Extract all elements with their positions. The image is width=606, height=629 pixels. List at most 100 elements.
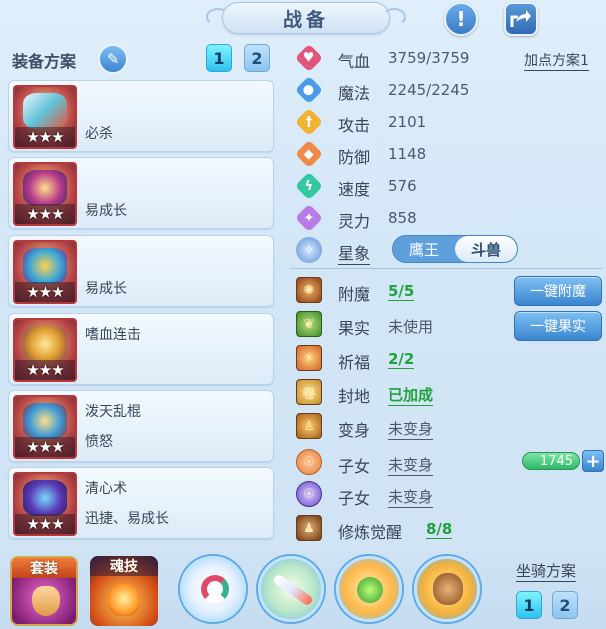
claw-icon xyxy=(32,586,60,616)
card-title: 嗜血连击 xyxy=(85,327,141,343)
child-icon: ☉ xyxy=(296,449,322,475)
child-icon: ☉ xyxy=(296,481,322,507)
stat-label: 灵力 xyxy=(338,212,371,231)
stat-value: 576 xyxy=(388,177,417,195)
soul-skill-button[interactable]: 魂技 xyxy=(90,556,158,626)
astrology-toggle[interactable]: 鹰王 斗兽 xyxy=(392,235,518,263)
petal-icon xyxy=(201,575,229,603)
stat-label: 气血 xyxy=(338,52,371,71)
equipment-card-helmet[interactable]: ★★★ 易成长 xyxy=(8,157,274,229)
scheme-2-button[interactable]: 2 xyxy=(244,44,270,72)
card-trait: 愤怒 xyxy=(85,434,113,450)
transform-icon: ♙ xyxy=(296,413,322,439)
pencil-icon: ✎ xyxy=(106,50,120,68)
share-icon xyxy=(510,10,531,27)
row-value[interactable]: 已加成 xyxy=(388,384,434,406)
stat-speed: ϟ 速度 576 xyxy=(294,171,596,201)
frog-icon xyxy=(357,577,383,603)
child-exp-bar: 1745 xyxy=(522,452,580,470)
star-rating: ★★★ xyxy=(15,127,75,147)
astrology-option-eagle-king[interactable]: 鹰王 xyxy=(393,236,455,262)
equipment-card-shoes[interactable]: ★★★ 清心术 迅捷、易成长 xyxy=(8,467,274,539)
monkey-icon xyxy=(433,573,463,605)
astrology-label: 星象 xyxy=(338,240,371,265)
skill-orb-3[interactable] xyxy=(336,556,402,622)
share-button[interactable] xyxy=(504,2,538,36)
astrology-option-beast[interactable]: 斗兽 xyxy=(455,236,517,262)
row-label: 附魔 xyxy=(338,285,371,304)
card-trait: 易成长 xyxy=(85,203,127,219)
skill-orb-2[interactable] xyxy=(258,556,324,622)
skill-orb-4[interactable] xyxy=(414,556,480,622)
sword-icon: † xyxy=(294,107,324,137)
equipment-card-armor[interactable]: ★★★ 嗜血连击 xyxy=(8,313,274,385)
row-label: 变身 xyxy=(338,421,371,440)
row-value[interactable]: 2/2 xyxy=(388,350,415,369)
heart-icon: ♥ xyxy=(294,43,324,73)
row-cultivation-awaken: ♟ 修炼觉醒 8/8 xyxy=(296,514,606,544)
mount-scheme-label[interactable]: 坐骑方案 xyxy=(516,560,577,582)
row-value[interactable]: 未变身 xyxy=(388,418,434,440)
row-label: 子女 xyxy=(338,489,371,508)
star-rating: ★★★ xyxy=(15,437,75,457)
info-button[interactable]: ! xyxy=(444,2,478,36)
cultivation-icon: ♟ xyxy=(296,515,322,541)
add-exp-button[interactable]: + xyxy=(582,450,604,472)
page-title: 战备 xyxy=(222,2,390,34)
skill-orb-1[interactable] xyxy=(180,556,246,622)
card-title: 泼天乱棍 xyxy=(85,404,141,420)
necklace-icon: ★★★ xyxy=(13,240,77,304)
row-label: 修炼觉醒 xyxy=(338,523,403,542)
stat-attack: † 攻击 2101 xyxy=(294,107,596,137)
stat-label: 魔法 xyxy=(338,84,371,103)
stat-hp: ♥ 气血 3759/3759 xyxy=(294,43,596,73)
stat-value: 858 xyxy=(388,209,417,227)
exclamation-icon: ! xyxy=(456,7,466,31)
stat-spirit: ✦ 灵力 858 xyxy=(294,203,596,233)
mount-scheme-2-button[interactable]: 2 xyxy=(552,591,578,619)
star-rating: ★★★ xyxy=(15,514,75,534)
row-label: 果实 xyxy=(338,319,371,338)
equipment-card-necklace[interactable]: ★★★ 易成长 xyxy=(8,235,274,307)
row-fief: 卷 封地 已加成 xyxy=(296,378,606,408)
stat-value: 3759/3759 xyxy=(388,49,470,67)
scroll-icon: 卷 xyxy=(296,379,322,405)
equipment-card-belt[interactable]: ★★★ 泼天乱棍 愤怒 xyxy=(8,390,274,462)
stat-label: 速度 xyxy=(338,180,371,199)
spirit-icon: ✦ xyxy=(294,203,324,233)
enchant-icon: ✺ xyxy=(296,277,322,303)
stat-value: 1148 xyxy=(388,145,427,163)
star-rating: ★★★ xyxy=(15,204,75,224)
helmet-icon: ★★★ xyxy=(13,162,77,226)
weapon-icon: ★★★ xyxy=(13,85,77,149)
mana-icon: ● xyxy=(294,75,324,105)
row-label: 子女 xyxy=(338,457,371,476)
star-icon: ✧ xyxy=(296,237,322,263)
one-click-fruit-button[interactable]: 一键果实 xyxy=(514,311,602,341)
row-value[interactable]: 未变身 xyxy=(388,486,434,508)
one-click-enchant-button[interactable]: 一键附魔 xyxy=(514,276,602,306)
shoes-icon: ★★★ xyxy=(13,472,77,536)
stat-value: 2101 xyxy=(388,113,427,131)
suit-button[interactable]: 套装 xyxy=(10,556,78,626)
belt-icon: ★★★ xyxy=(13,395,77,459)
stat-label: 攻击 xyxy=(338,116,371,135)
row-value: 未使用 xyxy=(388,318,434,336)
row-value[interactable]: 未变身 xyxy=(388,454,434,476)
leaf-icon: ❦ xyxy=(296,311,322,337)
row-value[interactable]: 8/8 xyxy=(426,520,453,539)
scheme-1-button[interactable]: 1 xyxy=(206,44,232,72)
row-value[interactable]: 5/5 xyxy=(388,282,415,301)
equipment-card-weapon[interactable]: ★★★ 必杀 xyxy=(8,80,274,152)
star-rating: ★★★ xyxy=(15,360,75,380)
fire-icon xyxy=(108,582,140,616)
row-child-2: ☉ 子女 未变身 xyxy=(296,480,606,510)
shield-icon: ◆ xyxy=(294,139,324,169)
mount-scheme-1-button[interactable]: 1 xyxy=(516,591,542,619)
title-ornament-right xyxy=(382,8,406,26)
stat-value: 2245/2245 xyxy=(388,81,470,99)
card-trait: 迅捷、易成长 xyxy=(85,511,169,527)
edit-scheme-button[interactable]: ✎ xyxy=(98,44,128,74)
row-transform: ♙ 变身 未变身 xyxy=(296,412,606,442)
stat-defense: ◆ 防御 1148 xyxy=(294,139,596,169)
